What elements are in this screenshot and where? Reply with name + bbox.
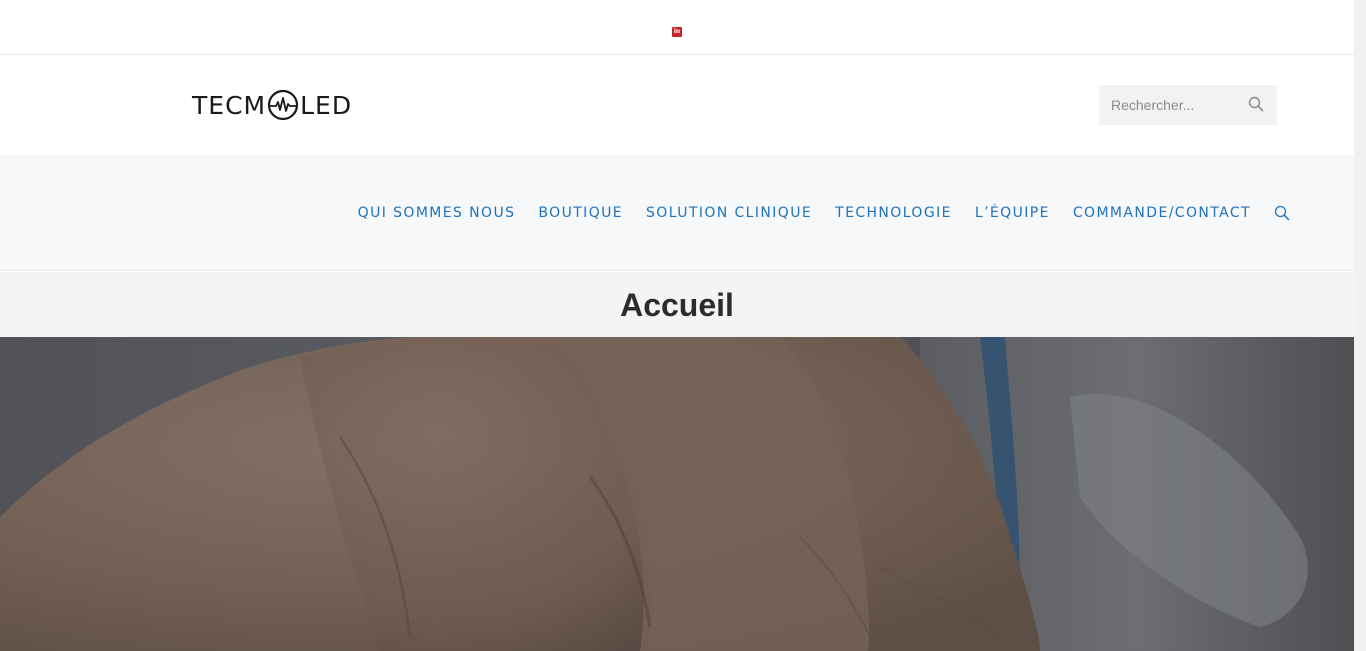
heartbeat-circle-icon xyxy=(267,89,299,121)
nav-item-equipe[interactable]: L’ÉQUIPE xyxy=(975,205,1050,221)
site-logo[interactable]: TECM LED xyxy=(192,89,352,121)
search-input[interactable] xyxy=(1099,85,1239,125)
nav-item-boutique[interactable]: BOUTIQUE xyxy=(538,205,623,221)
nav-item-solution-clinique[interactable]: SOLUTION CLINIQUE xyxy=(646,205,812,221)
top-bar: in xyxy=(0,0,1354,55)
page-title: Accueil xyxy=(620,287,734,323)
page-header: Accueil xyxy=(0,272,1354,337)
search-icon[interactable] xyxy=(1274,205,1290,221)
linkedin-icon[interactable]: in xyxy=(672,27,682,37)
logo-text-left: TECM xyxy=(192,90,267,120)
header-search xyxy=(1099,85,1277,125)
search-button[interactable] xyxy=(1247,96,1265,114)
site-header: TECM LED xyxy=(0,55,1354,155)
nav-menu: QUI SOMMES NOUS BOUTIQUE SOLUTION CLINIQ… xyxy=(335,205,1290,221)
hero-image xyxy=(0,337,1354,651)
nav-item-technologie[interactable]: TECHNOLOGIE xyxy=(835,205,952,221)
main-navigation: QUI SOMMES NOUS BOUTIQUE SOLUTION CLINIQ… xyxy=(0,155,1354,271)
logo-text-right: LED xyxy=(300,90,353,120)
scrollbar[interactable] xyxy=(1354,0,1366,651)
page: in TECM LED QUI SOMMES NOUS BOUTIQUE xyxy=(0,0,1354,651)
search-icon xyxy=(1248,96,1264,112)
nav-item-qui-sommes-nous[interactable]: QUI SOMMES NOUS xyxy=(358,205,516,221)
hand-photo xyxy=(0,337,1354,651)
nav-item-commande-contact[interactable]: COMMANDE/CONTACT xyxy=(1073,205,1251,221)
